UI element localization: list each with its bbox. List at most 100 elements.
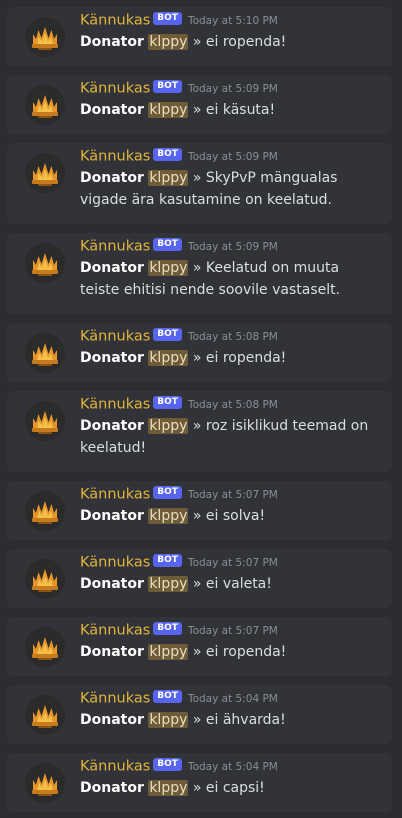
user-mention[interactable]: klppy	[148, 260, 189, 276]
avatar[interactable]	[25, 763, 65, 803]
separator: »	[192, 780, 202, 796]
message-text: ei ropenda!	[205, 350, 287, 366]
timestamp[interactable]: Today at 5:04 PM	[188, 761, 278, 773]
message-text: ei capsi!	[205, 780, 265, 796]
message-card: Kännukas BOT Today at 5:10 PM Donator klpp…	[7, 7, 392, 66]
avatar[interactable]	[25, 491, 65, 531]
bot-badge: BOT	[153, 622, 182, 635]
avatar[interactable]	[25, 401, 65, 441]
message-card: Kännukas BOT Today at 5:08 PM Donator klpp…	[7, 323, 392, 382]
author-name[interactable]: Kännukas	[80, 691, 150, 707]
user-mention[interactable]: klppy	[148, 780, 189, 796]
message-header: Kännukas BOT Today at 5:08 PM	[80, 326, 278, 346]
message-header: Kännukas BOT Today at 5:04 PM	[80, 688, 278, 708]
rank-label: Donator	[80, 780, 144, 796]
message-content: Donator klppy » ei valeta!	[80, 573, 380, 595]
message-card: Kännukas BOT Today at 5:07 PM Donator klpp…	[7, 481, 392, 540]
message-content: Donator klppy » roz isiklikud teemad on …	[80, 415, 380, 459]
message-content: Donator klppy » SkyPvP mängualas vigade …	[80, 167, 380, 211]
timestamp[interactable]: Today at 5:09 PM	[188, 241, 278, 253]
timestamp[interactable]: Today at 5:09 PM	[188, 151, 278, 163]
message-feed: Kännukas BOT Today at 5:10 PM Donator klpp…	[0, 0, 402, 818]
message-header: Kännukas BOT Today at 5:09 PM	[80, 146, 278, 166]
rank-label: Donator	[80, 644, 144, 660]
author-name[interactable]: Kännukas	[80, 555, 150, 571]
bot-badge: BOT	[153, 148, 182, 161]
author-name[interactable]: Kännukas	[80, 759, 150, 775]
user-mention[interactable]: klppy	[148, 418, 189, 434]
separator: »	[192, 350, 202, 366]
avatar[interactable]	[25, 153, 65, 193]
timestamp[interactable]: Today at 5:04 PM	[188, 693, 278, 705]
message-header: Kännukas BOT Today at 5:09 PM	[80, 236, 278, 256]
bot-badge: BOT	[153, 690, 182, 703]
author-name[interactable]: Kännukas	[80, 149, 150, 165]
rank-label: Donator	[80, 508, 144, 524]
message-card: Kännukas BOT Today at 5:07 PM Donator klpp…	[7, 549, 392, 608]
user-mention[interactable]: klppy	[148, 508, 189, 524]
author-name[interactable]: Kännukas	[80, 329, 150, 345]
user-mention[interactable]: klppy	[148, 34, 189, 50]
rank-label: Donator	[80, 170, 144, 186]
separator: »	[192, 34, 202, 50]
user-mention[interactable]: klppy	[148, 576, 189, 592]
message-card: Kännukas BOT Today at 5:04 PM Donator klpp…	[7, 685, 392, 744]
message-content: Donator klppy » ei ropenda!	[80, 31, 380, 53]
avatar[interactable]	[25, 559, 65, 599]
user-mention[interactable]: klppy	[148, 350, 189, 366]
message-header: Kännukas BOT Today at 5:08 PM	[80, 394, 278, 414]
crown-logo-icon	[25, 763, 65, 803]
crown-logo-icon	[25, 491, 65, 531]
message-text: ei käsuta!	[205, 102, 276, 118]
bot-badge: BOT	[153, 238, 182, 251]
crown-logo-icon	[25, 333, 65, 373]
timestamp[interactable]: Today at 5:10 PM	[188, 15, 278, 27]
avatar[interactable]	[25, 627, 65, 667]
rank-label: Donator	[80, 418, 144, 434]
message-content: Donator klppy » ei ropenda!	[80, 347, 380, 369]
message-card: Kännukas BOT Today at 5:07 PM Donator klpp…	[7, 617, 392, 676]
author-name[interactable]: Kännukas	[80, 81, 150, 97]
rank-label: Donator	[80, 34, 144, 50]
avatar[interactable]	[25, 243, 65, 283]
avatar[interactable]	[25, 333, 65, 373]
crown-logo-icon	[25, 153, 65, 193]
bot-badge: BOT	[153, 328, 182, 341]
timestamp[interactable]: Today at 5:08 PM	[188, 399, 278, 411]
message-content: Donator klppy » ei ropenda!	[80, 641, 380, 663]
author-name[interactable]: Kännukas	[80, 13, 150, 29]
message-text: ei ropenda!	[205, 34, 287, 50]
author-name[interactable]: Kännukas	[80, 397, 150, 413]
bot-badge: BOT	[153, 396, 182, 409]
user-mention[interactable]: klppy	[148, 102, 189, 118]
timestamp[interactable]: Today at 5:08 PM	[188, 331, 278, 343]
avatar[interactable]	[25, 17, 65, 57]
separator: »	[192, 102, 202, 118]
separator: »	[192, 418, 202, 434]
timestamp[interactable]: Today at 5:09 PM	[188, 83, 278, 95]
rank-label: Donator	[80, 102, 144, 118]
timestamp[interactable]: Today at 5:07 PM	[188, 625, 278, 637]
user-mention[interactable]: klppy	[148, 644, 189, 660]
user-mention[interactable]: klppy	[148, 712, 189, 728]
crown-logo-icon	[25, 627, 65, 667]
bot-badge: BOT	[153, 80, 182, 93]
rank-label: Donator	[80, 350, 144, 366]
avatar[interactable]	[25, 85, 65, 125]
timestamp[interactable]: Today at 5:07 PM	[188, 489, 278, 501]
message-content: Donator klppy » ei solva!	[80, 505, 380, 527]
bot-badge: BOT	[153, 12, 182, 25]
message-content: Donator klppy » ei capsi!	[80, 777, 380, 799]
bot-badge: BOT	[153, 486, 182, 499]
crown-logo-icon	[25, 559, 65, 599]
author-name[interactable]: Kännukas	[80, 487, 150, 503]
author-name[interactable]: Kännukas	[80, 239, 150, 255]
user-mention[interactable]: klppy	[148, 170, 189, 186]
timestamp[interactable]: Today at 5:07 PM	[188, 557, 278, 569]
message-header: Kännukas BOT Today at 5:09 PM	[80, 78, 278, 98]
rank-label: Donator	[80, 712, 144, 728]
author-name[interactable]: Kännukas	[80, 623, 150, 639]
avatar[interactable]	[25, 695, 65, 735]
rank-label: Donator	[80, 260, 144, 276]
message-text: ei ropenda!	[205, 644, 287, 660]
